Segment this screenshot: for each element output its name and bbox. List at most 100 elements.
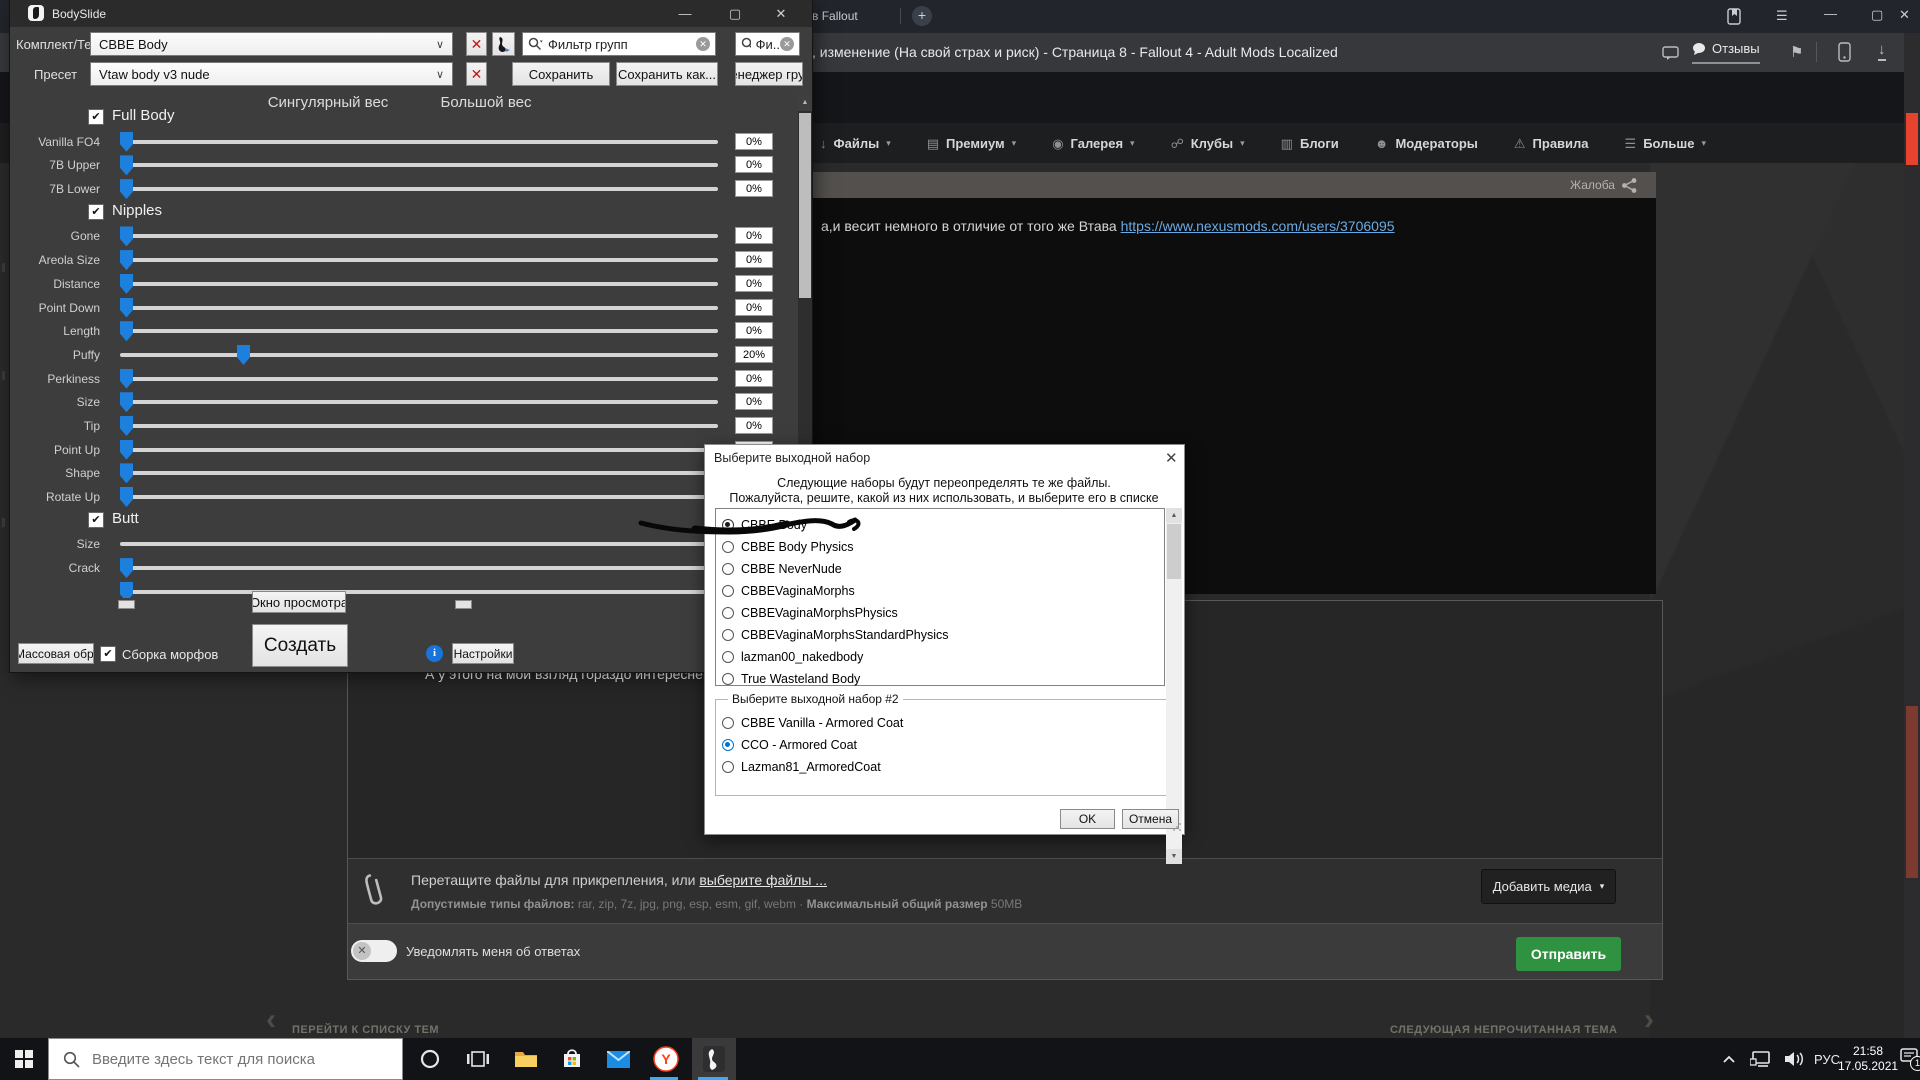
start-button[interactable] (2, 1038, 46, 1080)
reference-brush-button[interactable] (492, 32, 515, 56)
tray-chevron[interactable] (1722, 1038, 1736, 1080)
cancel-button[interactable]: Отмена (1122, 809, 1179, 829)
radio-option[interactable]: Lazman81_ArmoredCoat (716, 756, 1166, 778)
slider-thumb[interactable] (120, 440, 133, 460)
task-view-button[interactable] (456, 1038, 500, 1080)
resize-grip[interactable] (1172, 822, 1182, 832)
preview-window-button[interactable]: Окно просмотра (252, 591, 346, 613)
slider-track[interactable] (120, 234, 718, 238)
slider-value-box[interactable]: 0% (735, 322, 773, 339)
store-button[interactable] (550, 1038, 594, 1080)
outfit-filter-search[interactable]: Фи.. ✕ (735, 32, 800, 56)
slider-thumb[interactable] (120, 298, 133, 318)
slider-value-box[interactable]: 0% (735, 299, 773, 316)
info-icon[interactable]: i (426, 645, 443, 662)
clear-filter-icon[interactable]: ✕ (780, 37, 794, 51)
browser-tab[interactable]: в Fallout (812, 9, 858, 23)
slider-thumb[interactable] (120, 179, 133, 199)
slider-thumb[interactable] (237, 345, 250, 365)
scroll-up-icon[interactable]: ▲ (798, 95, 812, 111)
slider-thumb[interactable] (120, 226, 133, 246)
radio-option[interactable]: True Wasteland Body (716, 668, 1164, 690)
bs-minimize-icon[interactable]: — (670, 6, 700, 21)
nav-item-clubs[interactable]: ☍Клубы▾ (1171, 136, 1245, 152)
reviews-button[interactable]: Отзывы (1692, 41, 1760, 64)
clear-preset-button[interactable]: ✕ (466, 62, 487, 86)
slider-value-box[interactable]: 0% (735, 370, 773, 387)
notify-toggle[interactable]: ✕ (351, 940, 397, 962)
scrollbar-thumb[interactable] (1906, 113, 1918, 165)
nav-item-premium[interactable]: ▤Премиум▾ (927, 136, 1016, 152)
slider-thumb[interactable] (120, 558, 133, 578)
nav-item-blogs[interactable]: ▥Блоги (1281, 136, 1339, 152)
slider-thumb[interactable] (120, 155, 133, 175)
radio-option[interactable]: CBBE NeverNude (716, 558, 1164, 580)
nav-item-rules[interactable]: ⚠Правила (1514, 136, 1589, 152)
nav-item-moderators[interactable]: ☻Модераторы (1375, 136, 1478, 151)
new-tab-button[interactable]: + (912, 6, 932, 26)
add-media-button[interactable]: Добавить медиа▾ (1481, 869, 1616, 904)
slider-value-box[interactable]: 0% (735, 180, 773, 197)
slider-thumb[interactable] (120, 392, 133, 412)
slider-track[interactable] (120, 542, 718, 546)
high-weight-slider[interactable] (455, 600, 472, 609)
slider-track[interactable] (120, 329, 718, 333)
slider-value-box[interactable]: 0% (735, 393, 773, 410)
mail-button[interactable] (596, 1038, 640, 1080)
radio-option[interactable]: CCO - Armored Coat (716, 734, 1166, 756)
build-button[interactable]: Создать (252, 624, 348, 667)
scrollbar-thumb[interactable] (1167, 524, 1181, 579)
window-close-icon[interactable]: ✕ (1899, 7, 1910, 23)
nav-item-gallery[interactable]: ◉Галерея▾ (1052, 136, 1134, 152)
dialog-close-icon[interactable]: ✕ (1165, 449, 1178, 467)
radio-option[interactable]: CBBE Body Physics (716, 536, 1164, 558)
radio-option[interactable]: CBBEVaginaMorphsStandardPhysics (716, 624, 1164, 646)
slider-thumb[interactable] (120, 369, 133, 389)
report-link[interactable]: Жалоба (1570, 178, 1615, 192)
taskbar-search[interactable] (48, 1038, 403, 1080)
tray-clock[interactable]: 21:58 17.05.2021 (1838, 1044, 1898, 1074)
slider-value-box[interactable]: 0% (735, 227, 773, 244)
next-topic-link[interactable]: СЛЕДУЮЩАЯ НЕПРОЧИТАННАЯ ТЕМА (1390, 1024, 1618, 1036)
nav-item-more[interactable]: ☰Больше▾ (1625, 136, 1706, 152)
slider-value-box[interactable]: 0% (735, 417, 773, 434)
slider-track[interactable] (120, 187, 718, 191)
device-sync-icon[interactable] (1838, 42, 1851, 62)
taskbar-search-input[interactable] (90, 1050, 374, 1069)
cortana-button[interactable] (408, 1038, 452, 1080)
slider-thumb[interactable] (120, 274, 133, 294)
slider-track[interactable] (120, 590, 718, 594)
ok-button[interactable]: OK (1060, 809, 1115, 829)
prev-topic-link[interactable]: ПЕРЕЙТИ К СПИСКУ ТЕМ (292, 1024, 439, 1036)
downloads-icon[interactable]: ↓ (1878, 41, 1886, 61)
radio-option[interactable]: CBBE Body (716, 514, 1164, 536)
comments-icon[interactable] (1662, 46, 1679, 60)
tray-volume[interactable] (1784, 1038, 1806, 1080)
window-maximize-icon[interactable]: ▢ (1871, 7, 1883, 23)
bodyslide-title-bar[interactable]: BodySlide — ▢ ✕ (10, 0, 812, 27)
bs-maximize-icon[interactable]: ▢ (720, 6, 750, 22)
radio-option[interactable]: CBBEVaginaMorphsPhysics (716, 602, 1164, 624)
tray-language[interactable]: РУС (1814, 1038, 1840, 1080)
slider-thumb[interactable] (120, 463, 133, 483)
bodyslide-taskbar-button[interactable] (692, 1038, 736, 1080)
slider-track[interactable] (120, 566, 718, 570)
group-checkbox[interactable]: ✔ (88, 109, 104, 125)
group-checkbox[interactable]: ✔ (88, 204, 104, 220)
radio-option[interactable]: CBBE Vanilla - Armored Coat (716, 712, 1166, 734)
slider-value-box[interactable]: 0% (735, 275, 773, 292)
next-chevron-icon[interactable]: › (1644, 1003, 1654, 1037)
slider-track[interactable] (120, 471, 718, 475)
slider-thumb[interactable] (120, 250, 133, 270)
slider-thumb[interactable] (120, 487, 133, 507)
slider-track[interactable] (120, 377, 718, 381)
browser-scrollbar[interactable] (1904, 33, 1920, 1038)
settings-button[interactable]: Настройки (452, 643, 514, 664)
slider-track[interactable] (120, 258, 718, 262)
post-link[interactable]: https://www.nexusmods.com/users/3706095 (1121, 218, 1395, 234)
slider-track[interactable] (120, 353, 718, 357)
outfit-combo[interactable]: CBBE Body∨ (90, 32, 453, 56)
scroll-up-icon[interactable]: ▲ (1166, 508, 1182, 523)
bs-close-icon[interactable]: ✕ (766, 6, 796, 22)
slider-thumb[interactable] (120, 416, 133, 436)
